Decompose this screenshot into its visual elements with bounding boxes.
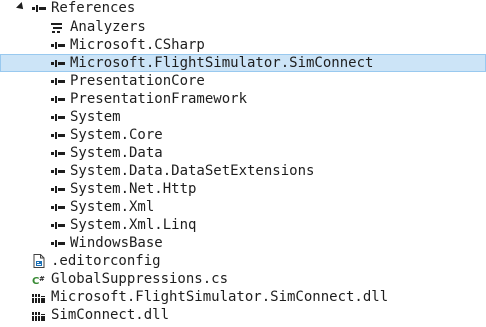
editorconfig-file-icon (33, 254, 45, 268)
reference-icon (51, 237, 65, 249)
reference-item-system-data-datasetextensions[interactable]: System.Data.DataSetExtensions (0, 162, 486, 180)
reference-item-windowsbase[interactable]: WindowsBase (0, 234, 486, 252)
reference-item-presentationframework[interactable]: PresentationFramework (0, 90, 486, 108)
reference-icon (51, 57, 65, 69)
reference-label: System.Data.DataSetExtensions (70, 163, 315, 179)
analyzer-icon (51, 21, 65, 33)
reference-icon (51, 93, 65, 105)
reference-label: System (70, 109, 121, 125)
reference-item-system-data[interactable]: System.Data (0, 144, 486, 162)
reference-label: System.Net.Http (70, 181, 197, 197)
file-label: GlobalSuppressions.cs (51, 271, 229, 287)
dll-file-icon (32, 309, 46, 321)
reference-label: System.Xml (70, 199, 155, 215)
reference-label: Microsoft.CSharp (70, 37, 205, 53)
reference-label: System.Xml.Linq (70, 217, 197, 233)
reference-label: Analyzers (70, 19, 146, 35)
file-item-simconnect-managed-dll[interactable]: Microsoft.FlightSimulator.SimConnect.dll (0, 288, 486, 306)
reference-item-system-xml-linq[interactable]: System.Xml.Linq (0, 216, 486, 234)
dll-file-icon (32, 291, 46, 303)
file-label: SimConnect.dll (51, 307, 170, 323)
reference-label: PresentationCore (70, 73, 205, 89)
reference-icon (51, 75, 65, 87)
reference-icon (51, 219, 65, 231)
references-icon (32, 2, 46, 14)
reference-item-microsoft-csharp[interactable]: Microsoft.CSharp (0, 36, 486, 54)
reference-item-system-net-http[interactable]: System.Net.Http (0, 180, 486, 198)
reference-icon (51, 111, 65, 123)
reference-icon (51, 201, 65, 213)
reference-label: System.Core (70, 127, 163, 143)
file-item-globalsuppressions-cs[interactable]: C # GlobalSuppressions.cs (0, 270, 486, 288)
reference-item-microsoft-flightsimulator-simconnect[interactable]: Microsoft.FlightSimulator.SimConnect (0, 54, 486, 72)
file-item-editorconfig[interactable]: .editorconfig (0, 252, 486, 270)
solution-explorer-tree: References Analyzers Microsoft.CSharp Mi… (0, 0, 486, 324)
reference-label: WindowsBase (70, 235, 163, 251)
csharp-file-icon: C # (32, 273, 46, 287)
reference-item-presentationcore[interactable]: PresentationCore (0, 72, 486, 90)
expanded-chevron-icon[interactable] (16, 2, 26, 12)
svg-text:#: # (39, 275, 45, 283)
reference-item-system-core[interactable]: System.Core (0, 126, 486, 144)
reference-item-analyzers[interactable]: Analyzers (0, 18, 486, 36)
reference-icon (51, 165, 65, 177)
file-label: Microsoft.FlightSimulator.SimConnect.dll (51, 289, 389, 305)
reference-label: System.Data (70, 145, 163, 161)
reference-item-system-xml[interactable]: System.Xml (0, 198, 486, 216)
reference-icon (51, 129, 65, 141)
references-node[interactable]: References (0, 0, 486, 17)
reference-icon (51, 39, 65, 51)
reference-icon (51, 183, 65, 195)
reference-item-system[interactable]: System (0, 108, 486, 126)
reference-label: PresentationFramework (70, 91, 248, 107)
references-label: References (51, 0, 136, 16)
file-item-simconnect-dll[interactable]: SimConnect.dll (0, 306, 486, 324)
reference-icon (51, 147, 65, 159)
reference-label: Microsoft.FlightSimulator.SimConnect (70, 55, 374, 71)
file-label: .editorconfig (51, 253, 161, 269)
